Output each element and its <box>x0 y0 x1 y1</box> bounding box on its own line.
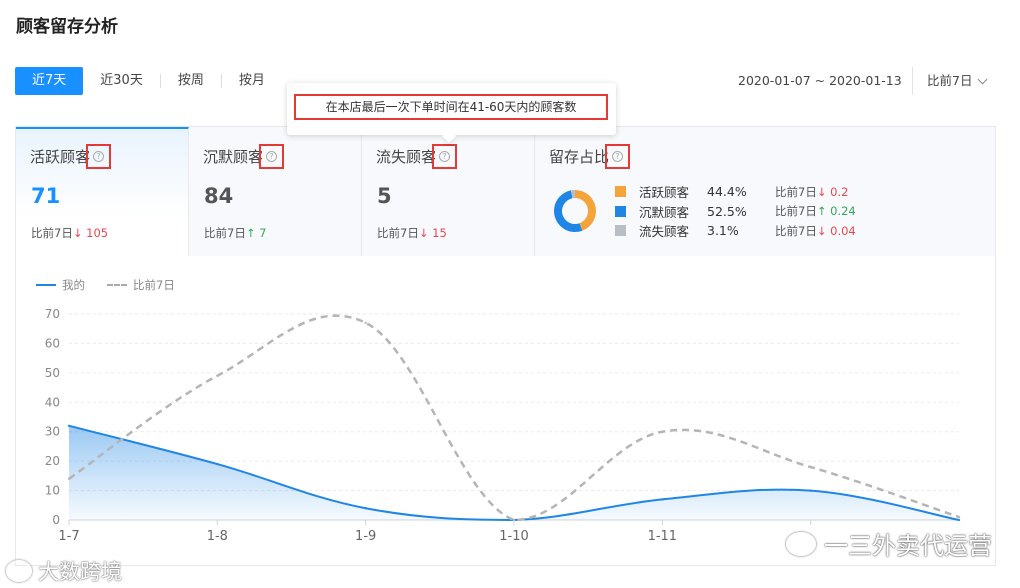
card-lost-customers[interactable]: 流失顾客 ? 5 比前7日↓ 15 <box>362 127 535 256</box>
help-highlight: ? <box>432 144 458 169</box>
compare-label: 比前7日 <box>775 184 817 199</box>
share-row-silent: 沉默顾客 52.5% 比前7日↑ 0.24 <box>615 202 856 222</box>
share-pct: 52.5% <box>707 203 747 219</box>
compare-period-select[interactable]: 比前7日 <box>912 67 988 95</box>
tab-last-30-days[interactable]: 近30天 <box>83 67 160 95</box>
arrow-up-icon: ↑ <box>245 226 256 240</box>
share-compare: 比前7日↑ 0.24 <box>775 203 856 219</box>
tab-last-7-days[interactable]: 近7天 <box>15 67 84 95</box>
wechat-logo-icon <box>6 560 32 582</box>
share-compare: 比前7日↓ 0.04 <box>775 223 856 239</box>
arrow-down-icon: ↓ <box>816 184 827 199</box>
watermark-right: 一三外卖代运营 <box>786 526 992 561</box>
question-circle-icon[interactable]: ? <box>93 151 105 162</box>
compare-delta: 7 <box>259 226 267 240</box>
card-compare: 比前7日↓ 15 <box>377 225 447 241</box>
compare-delta: 0.04 <box>830 223 856 238</box>
card-value: 5 <box>377 184 392 208</box>
card-compare: 比前7日↓ 105 <box>31 225 108 241</box>
card-value: 84 <box>204 184 234 208</box>
chevron-down-icon <box>978 74 988 84</box>
share-row-active: 活跃顾客 44.4% 比前7日↓ 0.2 <box>615 182 856 202</box>
compare-label: 比前7日 <box>31 226 73 240</box>
help-tooltip: 在本店最后一次下单时间在41-60天内的顾客数 <box>287 83 616 144</box>
tab-by-month[interactable]: 按月 <box>222 67 282 95</box>
card-silent-customers[interactable]: 沉默顾客 ? 84 比前7日↑ 7 <box>189 127 362 256</box>
question-circle-icon[interactable]: ? <box>266 151 278 162</box>
share-name: 流失顾客 <box>639 224 690 240</box>
card-compare: 比前7日↑ 7 <box>204 225 266 241</box>
arrow-down-icon: ↓ <box>418 226 429 240</box>
compare-period-label: 比前7日 <box>927 73 973 88</box>
help-highlight: ? <box>259 144 285 169</box>
arrow-down-icon: ↓ <box>72 226 83 240</box>
help-highlight: ? <box>605 144 631 169</box>
card-title: 流失顾客 <box>376 148 437 166</box>
legend-line-dashed <box>107 284 127 286</box>
card-title: 活跃顾客 <box>30 148 91 166</box>
legend-label: 比前7日 <box>133 278 175 292</box>
trend-chart-area: 我的 比前7日 <box>16 256 995 565</box>
retention-donut-chart <box>554 190 596 232</box>
compare-label: 比前7日 <box>377 226 419 240</box>
compare-delta: 105 <box>86 226 109 240</box>
legend-swatch <box>615 186 626 198</box>
compare-delta: 0.24 <box>830 204 856 219</box>
tab-by-week[interactable]: 按周 <box>161 67 221 95</box>
watermark-left-text: 大数跨境 <box>38 560 122 584</box>
legend-item-compare[interactable]: 比前7日 <box>107 277 175 293</box>
card-title: 留存占比 <box>549 148 610 166</box>
arrow-up-icon: ↑ <box>816 204 827 219</box>
card-title: 沉默顾客 <box>203 148 264 166</box>
help-highlight: ? <box>86 144 112 169</box>
question-circle-icon[interactable]: ? <box>439 151 451 162</box>
share-compare: 比前7日↓ 0.2 <box>775 184 848 200</box>
wechat-logo-icon <box>786 531 816 556</box>
retention-panel: 活跃顾客 ? 71 比前7日↓ 105 沉默顾客 ? 84 比前7日↑ 7 流失… <box>15 126 996 566</box>
compare-delta: 15 <box>432 226 447 240</box>
chart-legend: 我的 比前7日 <box>36 277 197 293</box>
watermark-left: 大数跨境 <box>6 556 122 586</box>
compare-label: 比前7日 <box>775 204 817 219</box>
period-tabs: 近7天 近30天 按周 按月 <box>15 67 282 95</box>
share-legend: 活跃顾客 44.4% 比前7日↓ 0.2 沉默顾客 52.5% 比前7日↑ 0.… <box>615 182 856 241</box>
share-row-lost: 流失顾客 3.1% 比前7日↓ 0.04 <box>615 221 856 241</box>
card-value: 71 <box>31 184 61 208</box>
share-name: 沉默顾客 <box>639 204 690 220</box>
legend-swatch <box>615 225 626 237</box>
arrow-down-icon: ↓ <box>816 223 827 238</box>
legend-line-solid <box>36 284 56 286</box>
share-pct: 3.1% <box>707 223 739 239</box>
question-circle-icon[interactable]: ? <box>612 151 624 162</box>
legend-item-mine[interactable]: 我的 <box>36 277 85 293</box>
compare-delta: 0.2 <box>830 184 849 199</box>
card-retention-share: 留存占比 ? 活跃顾客 44.4% 比前7日↓ 0.2 沉默顾客 52.5% 比… <box>535 127 995 256</box>
watermark-right-text: 一三外卖代运营 <box>824 532 992 560</box>
legend-label: 我的 <box>62 278 85 292</box>
compare-label: 比前7日 <box>204 226 246 240</box>
legend-swatch <box>615 205 626 217</box>
compare-label: 比前7日 <box>775 223 817 238</box>
card-active-customers[interactable]: 活跃顾客 ? 71 比前7日↓ 105 <box>16 127 189 256</box>
share-pct: 44.4% <box>707 184 747 200</box>
tooltip-text: 在本店最后一次下单时间在41-60天内的顾客数 <box>294 94 608 120</box>
metric-cards: 活跃顾客 ? 71 比前7日↓ 105 沉默顾客 ? 84 比前7日↑ 7 流失… <box>16 127 995 256</box>
share-name: 活跃顾客 <box>639 185 690 201</box>
date-range: 2020-01-07 ~ 2020-01-13 <box>738 73 902 88</box>
page-title: 顾客留存分析 <box>16 17 118 37</box>
